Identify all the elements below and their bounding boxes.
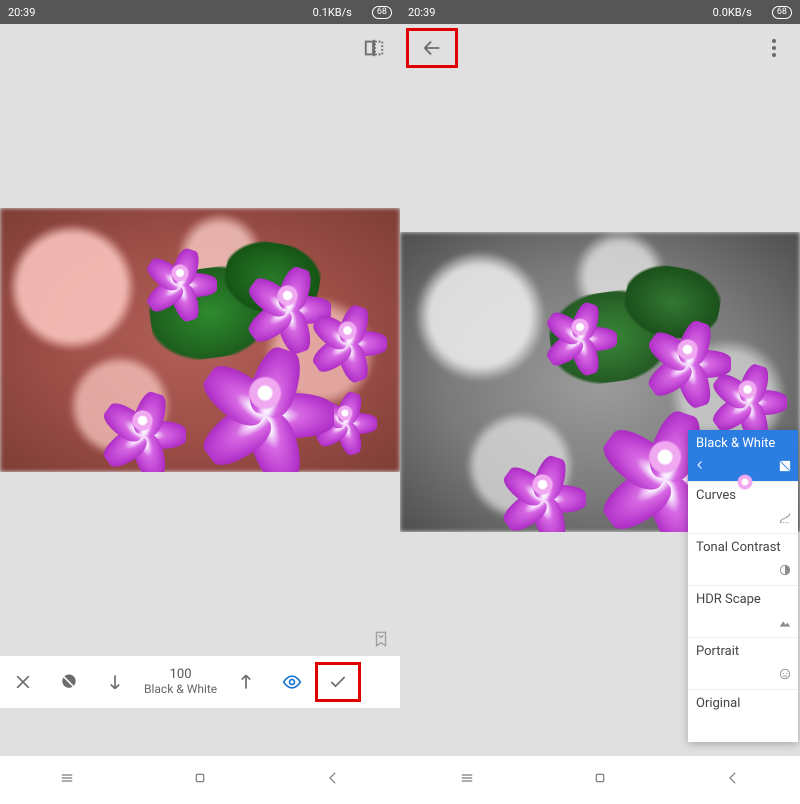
effect-label: Original: [696, 696, 740, 711]
nav-home[interactable]: [191, 769, 209, 791]
status-net: 0.1KB/s: [313, 6, 352, 19]
nav-back[interactable]: [724, 769, 742, 791]
nav-recent[interactable]: [458, 769, 476, 791]
nav-bar-left: [0, 756, 400, 804]
nav-home[interactable]: [591, 769, 609, 791]
compare-icon[interactable]: [354, 28, 394, 68]
cancel-button[interactable]: [0, 656, 46, 708]
status-indicators: 0.1KB/s 68: [313, 6, 392, 19]
overflow-menu[interactable]: [754, 28, 794, 68]
face-icon: [778, 667, 792, 685]
filter-value: 100: [144, 668, 217, 683]
screen-left: 20:39 0.1KB/s 68: [0, 0, 400, 804]
effect-tonal-contrast[interactable]: Tonal Contrast: [688, 534, 798, 586]
nav-back[interactable]: [324, 769, 342, 791]
edited-image-right[interactable]: [400, 232, 800, 532]
effect-label: HDR Scape: [696, 592, 761, 607]
effect-hdr-scape[interactable]: HDR Scape: [688, 586, 798, 638]
app-bar-left: [0, 24, 400, 72]
back-button[interactable]: [406, 28, 458, 68]
bookmark-icon[interactable]: [372, 630, 390, 652]
app-bar-right: [400, 24, 800, 72]
status-time: 20:39: [408, 6, 435, 19]
landscape-icon: [778, 615, 792, 633]
canvas-left: 100 Black & White: [0, 72, 400, 756]
canvas-right: Black & White Curves Tonal Contrast HDR …: [400, 72, 800, 756]
screen-right: 20:39 0.0KB/s 68: [400, 0, 800, 804]
effect-portrait[interactable]: Portrait: [688, 638, 798, 690]
edited-image-left[interactable]: [0, 208, 400, 472]
status-indicators: 0.0KB/s 68: [713, 6, 792, 19]
status-net: 0.0KB/s: [713, 6, 752, 19]
filter-label: Black & White: [144, 683, 217, 697]
effect-label: Portrait: [696, 644, 739, 659]
curves-icon: [778, 511, 792, 529]
battery-pill: 68: [772, 6, 792, 19]
nav-recent[interactable]: [58, 769, 76, 791]
status-bar-left: 20:39 0.1KB/s 68: [0, 0, 400, 24]
increase-button[interactable]: [223, 656, 269, 708]
nav-bar-right: [400, 756, 800, 804]
editor-toolbar: 100 Black & White: [0, 656, 400, 708]
status-time: 20:39: [8, 6, 35, 19]
decrease-button[interactable]: [92, 656, 138, 708]
apply-button[interactable]: [315, 656, 361, 708]
preview-toggle[interactable]: [269, 656, 315, 708]
contrast-icon: [778, 563, 792, 581]
effect-label: Tonal Contrast: [696, 540, 781, 555]
status-bar-right: 20:39 0.0KB/s 68: [400, 0, 800, 24]
filter-indicator[interactable]: 100 Black & White: [138, 668, 223, 697]
battery-pill: 68: [372, 6, 392, 19]
effect-original[interactable]: Original: [688, 690, 798, 742]
mask-brush-button[interactable]: [46, 656, 92, 708]
bw-icon: [778, 459, 792, 477]
